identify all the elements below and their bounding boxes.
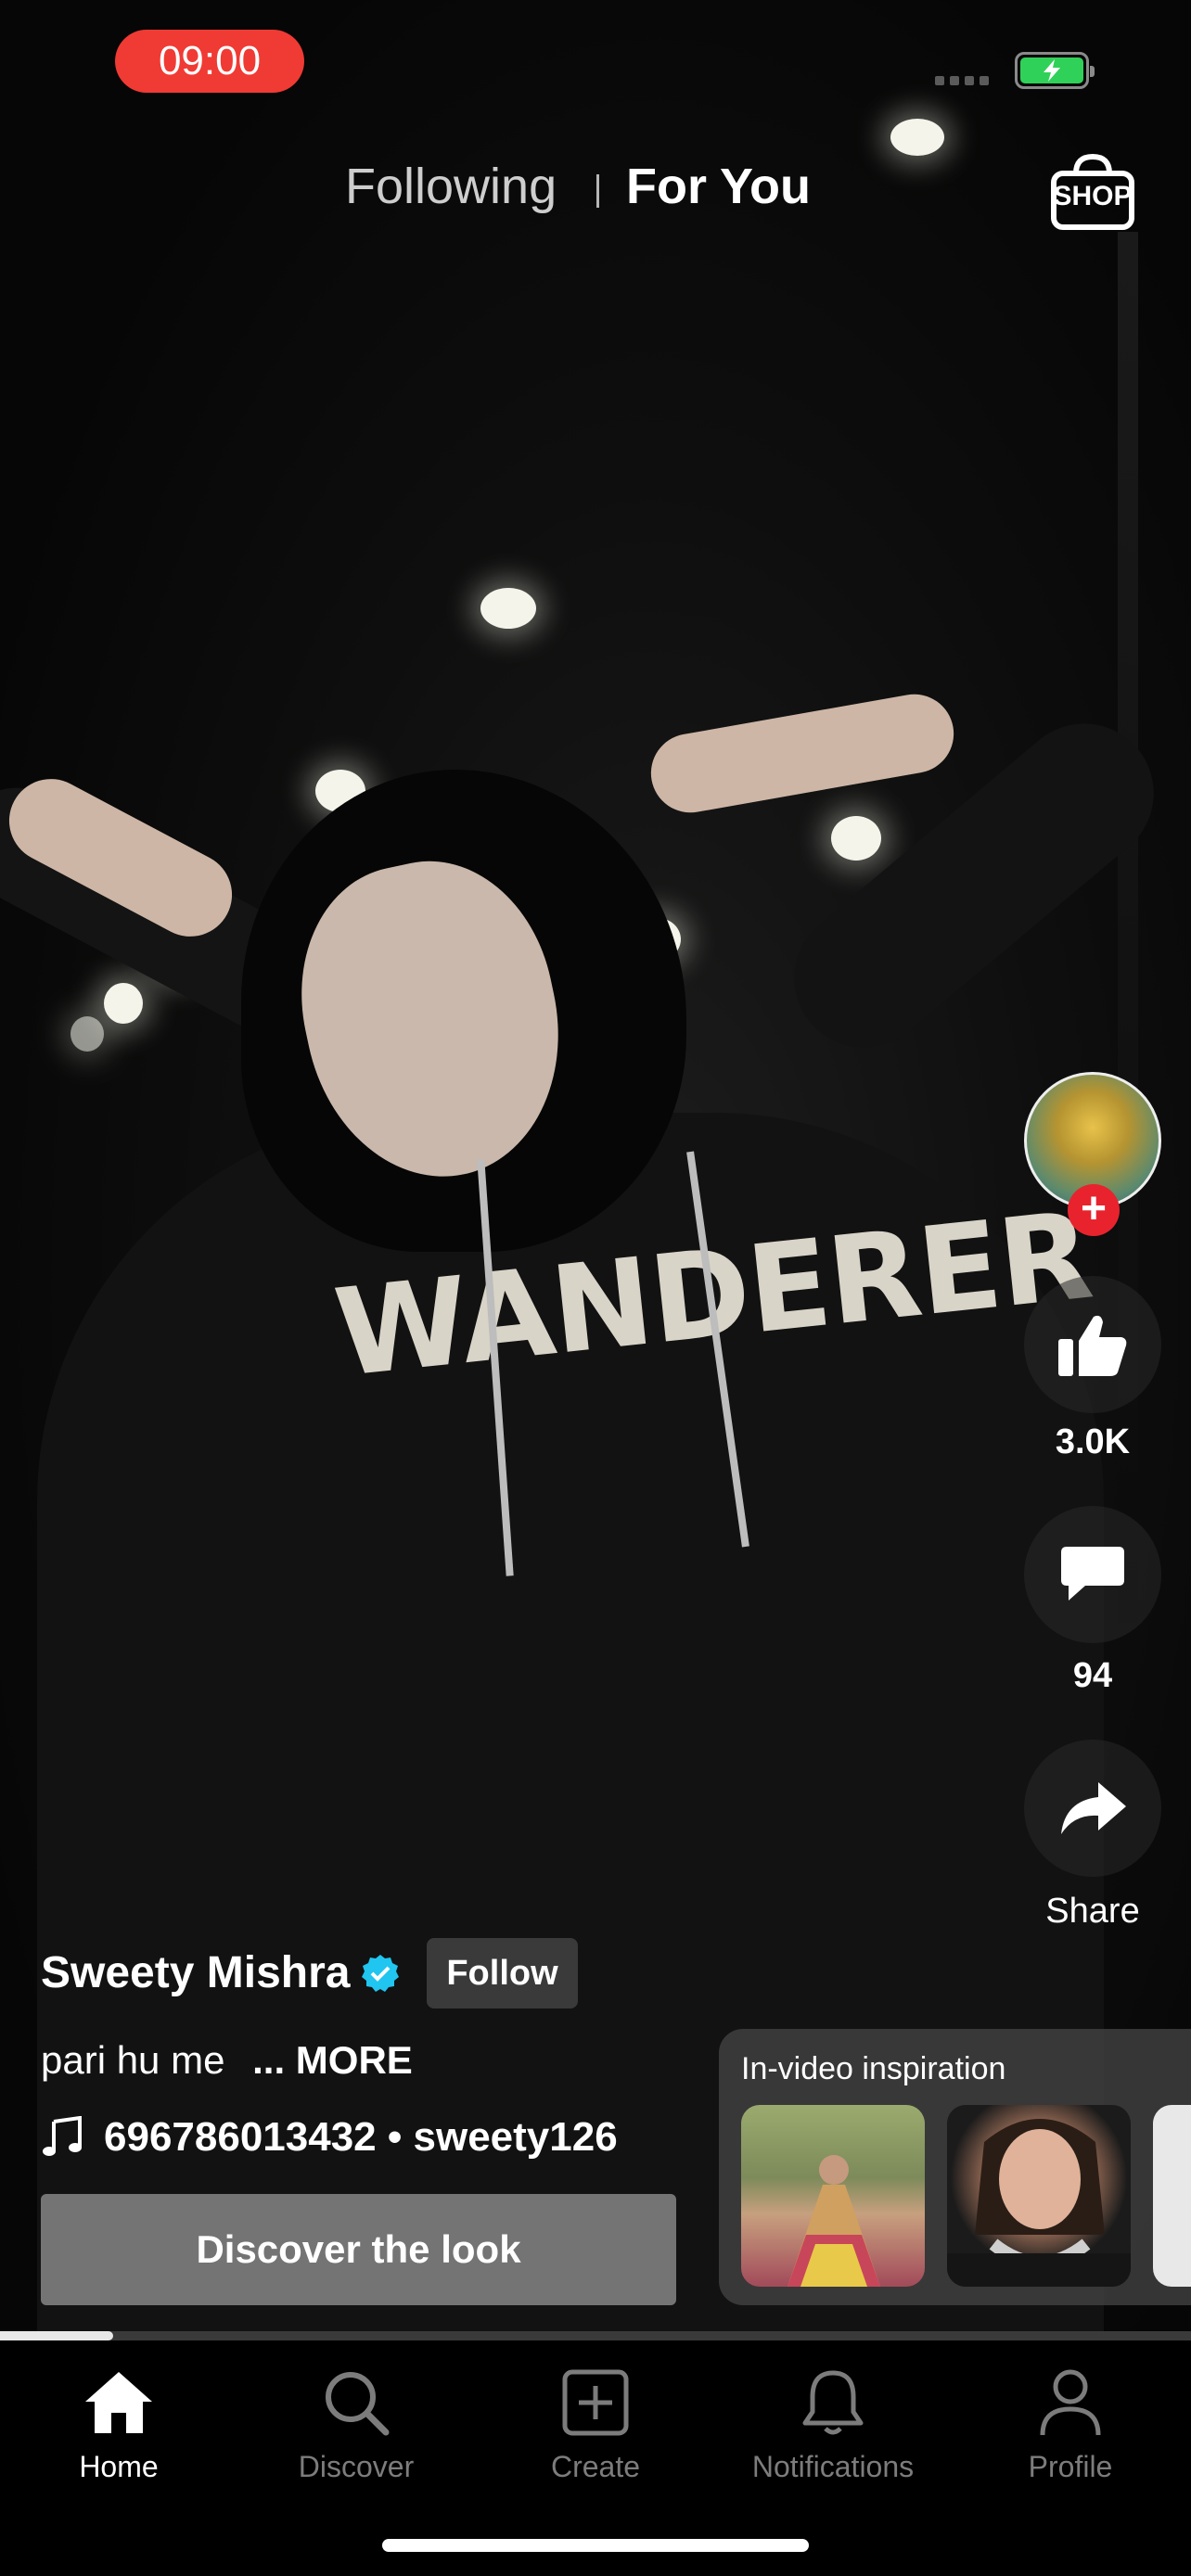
nav-discover[interactable]: Discover (254, 2361, 458, 2484)
tab-divider (596, 174, 599, 208)
battery-icon (1015, 52, 1095, 89)
follow-button[interactable]: Follow (427, 1938, 578, 2009)
status-time: 09:00 (115, 30, 304, 93)
home-icon (85, 2372, 152, 2433)
profile-icon (1040, 2369, 1101, 2436)
tab-following[interactable]: Following (345, 158, 557, 215)
music-title: 696786013432 • sweety126 (104, 2114, 618, 2160)
search-icon (326, 2372, 390, 2436)
comment-button[interactable] (1024, 1506, 1161, 1643)
follow-plus-button[interactable]: + (1068, 1184, 1120, 1236)
discover-the-look-button[interactable]: Discover the look (41, 2194, 676, 2305)
comment-icon (1061, 1547, 1124, 1600)
nav-profile-label: Profile (1028, 2450, 1113, 2483)
outfit-image (788, 2155, 880, 2287)
home-indicator (382, 2539, 809, 2552)
street-light (480, 588, 536, 629)
nav-home[interactable]: Home (17, 2361, 221, 2484)
bell-icon (802, 2370, 864, 2435)
creator-avatar[interactable]: + (1024, 1072, 1161, 1236)
like-button[interactable] (1024, 1276, 1161, 1413)
video-progress-fill (0, 2331, 113, 2340)
nav-profile[interactable]: Profile (968, 2361, 1172, 2484)
music-note-icon (43, 2116, 82, 2156)
nav-create-label: Create (550, 2450, 641, 2483)
street-light (831, 816, 881, 861)
thumbs-up-icon (1058, 1315, 1127, 1376)
video-caption[interactable]: pari hu me ... MORE (41, 2038, 413, 2083)
street-light (70, 1016, 104, 1052)
inspiration-thumbnail[interactable] (1153, 2105, 1191, 2287)
shop-button[interactable]: SHOP (1048, 153, 1137, 233)
comment-count: 94 (1072, 1656, 1113, 1695)
shop-label: SHOP (1053, 181, 1133, 211)
nav-discover-label: Discover (298, 2450, 415, 2483)
in-video-inspiration-panel[interactable]: In-video inspiration (719, 2029, 1191, 2305)
nav-home-label: Home (79, 2450, 159, 2483)
signal-icon (935, 76, 989, 85)
inspiration-thumbnail[interactable] (947, 2105, 1131, 2287)
caption-more-button[interactable]: ... MORE (252, 2038, 413, 2082)
street-pole (1118, 232, 1138, 1623)
caption-text: pari hu me (41, 2038, 225, 2082)
tab-for-you[interactable]: For You (626, 158, 811, 215)
street-light (890, 119, 944, 156)
nav-notifications[interactable]: Notifications (731, 2361, 935, 2484)
jewelry-image (947, 2119, 1131, 2287)
create-icon (562, 2369, 629, 2436)
screen: WANDERER 09:00 Following For You SHOP + … (0, 0, 1191, 2576)
share-button[interactable] (1024, 1740, 1161, 1877)
like-count: 3.0K (1055, 1422, 1131, 1461)
dancer-hand (645, 687, 960, 820)
creator-name[interactable]: Sweety Mishra (41, 1947, 350, 1998)
music-row[interactable]: 696786013432 • sweety126 (41, 2114, 618, 2161)
inspiration-title: In-video inspiration (741, 2051, 1006, 2086)
share-icon (1061, 1782, 1126, 1834)
street-light (104, 983, 143, 1024)
inspiration-thumbnail[interactable] (741, 2105, 925, 2287)
video-progress-track[interactable] (0, 2331, 1191, 2340)
nav-create[interactable]: Create (493, 2361, 698, 2484)
share-label: Share (1045, 1892, 1140, 1931)
feed-tabs: Following For You (0, 158, 1191, 232)
nav-notifications-label: Notifications (751, 2450, 915, 2483)
verified-badge-icon (362, 1955, 399, 1992)
